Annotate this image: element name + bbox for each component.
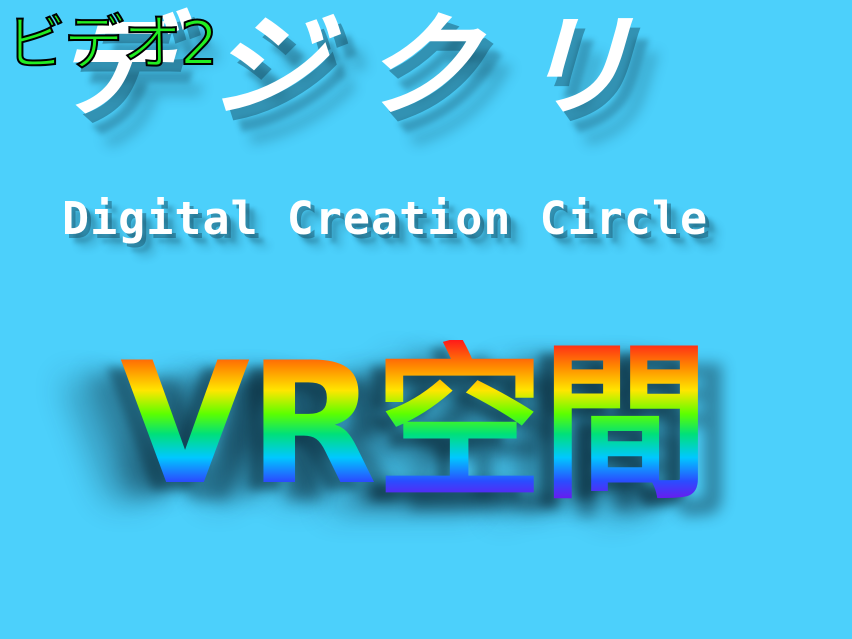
circle-subtitle: Digital Creation Circle [62,192,709,245]
vr-heading: VR空間 VR空間 [120,340,740,540]
video-number-label: ビデオ2 [5,9,219,79]
vr-heading-text: VR空間 [120,326,709,522]
title-card: ビデオ2 デジクリ Digital Creation Circle VR空間 V… [0,0,852,639]
